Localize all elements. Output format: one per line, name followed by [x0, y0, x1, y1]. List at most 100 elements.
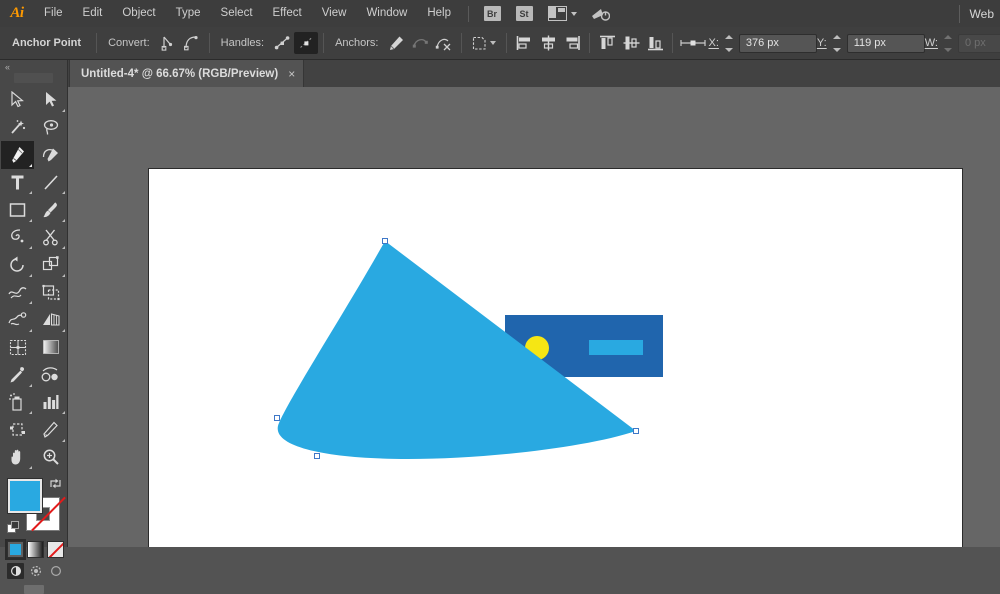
- y-coordinate-field[interactable]: Y:: [817, 33, 925, 54]
- anchor-bottom[interactable]: [314, 453, 320, 459]
- w-input: [958, 34, 1000, 53]
- anchor-right[interactable]: [633, 428, 639, 434]
- menu-bar: Ai File Edit Object Type Select Effect V…: [0, 0, 1000, 28]
- width-field[interactable]: W:: [925, 33, 1000, 54]
- align-horizontal-center-icon[interactable]: [536, 32, 560, 54]
- draw-inside-mode[interactable]: [47, 563, 64, 579]
- free-transform-tool[interactable]: [34, 279, 67, 307]
- reference-point-icon[interactable]: [678, 32, 708, 54]
- workspace-label[interactable]: Web: [970, 7, 1000, 21]
- x-stepper[interactable]: [724, 33, 735, 54]
- scale-tool[interactable]: [34, 251, 67, 279]
- menu-type[interactable]: Type: [166, 0, 211, 27]
- color-fill-mode[interactable]: [7, 541, 24, 558]
- x-coordinate-field[interactable]: X:: [708, 33, 816, 54]
- blend-tool[interactable]: [34, 361, 67, 389]
- tool-grid: [0, 86, 67, 471]
- x-input[interactable]: [739, 34, 817, 53]
- default-fill-stroke-icon[interactable]: [7, 521, 21, 535]
- transform-panel-icon[interactable]: [467, 32, 501, 54]
- anchor-top[interactable]: [382, 238, 388, 244]
- workspace-divider: [959, 5, 960, 23]
- shape-builder-tool[interactable]: [1, 306, 34, 334]
- mesh-tool[interactable]: [1, 334, 34, 362]
- draw-mode-buttons: [0, 558, 67, 579]
- line-segment-tool[interactable]: [34, 169, 67, 197]
- rectangle-tool[interactable]: [1, 196, 34, 224]
- anchor-left[interactable]: [274, 415, 280, 421]
- align-top-icon[interactable]: [595, 32, 619, 54]
- paintbrush-tool[interactable]: [34, 196, 67, 224]
- curvature-tool[interactable]: [34, 141, 67, 169]
- direct-selection-tool[interactable]: [34, 86, 67, 114]
- hand-tool[interactable]: [1, 444, 34, 472]
- convert-to-corner-icon[interactable]: [156, 32, 180, 54]
- align-left-icon[interactable]: [512, 32, 536, 54]
- y-stepper[interactable]: [832, 33, 843, 54]
- artboard-tool[interactable]: [1, 416, 34, 444]
- app-logo-icon: Ai: [0, 0, 34, 27]
- w-label: W:: [925, 37, 938, 49]
- swap-fill-stroke-icon[interactable]: [49, 477, 62, 490]
- y-label: Y:: [817, 37, 827, 49]
- menu-select[interactable]: Select: [211, 0, 263, 27]
- gradient-tool[interactable]: [34, 334, 67, 362]
- y-input[interactable]: [847, 34, 925, 53]
- menu-help[interactable]: Help: [417, 0, 461, 27]
- slice-tool[interactable]: [34, 416, 67, 444]
- rotate-tool[interactable]: [1, 251, 34, 279]
- control-divider-1: [96, 33, 97, 53]
- control-divider-6: [589, 33, 590, 53]
- selection-tool[interactable]: [1, 86, 34, 114]
- symbol-sprayer-tool[interactable]: [1, 389, 34, 417]
- pen-tool[interactable]: [1, 141, 34, 169]
- perspective-grid-tool[interactable]: [34, 306, 67, 334]
- draw-behind-mode[interactable]: [27, 563, 44, 579]
- eyedropper-tool[interactable]: [1, 361, 34, 389]
- touch-workspace-icon[interactable]: [590, 6, 610, 22]
- zoom-tool[interactable]: [34, 444, 67, 472]
- lasso-tool[interactable]: [34, 114, 67, 142]
- hide-handles-icon[interactable]: [294, 32, 318, 54]
- fill-swatch[interactable]: [8, 479, 42, 513]
- remove-selected-anchors-icon[interactable]: [384, 32, 408, 54]
- show-handles-icon[interactable]: [270, 32, 294, 54]
- anchors-label: Anchors:: [329, 37, 384, 49]
- none-fill-mode[interactable]: [47, 541, 64, 558]
- document-tab-title: Untitled-4* @ 66.67% (RGB/Preview): [81, 68, 278, 80]
- menu-window[interactable]: Window: [356, 0, 417, 27]
- menu-view[interactable]: View: [312, 0, 357, 27]
- isolate-selected-path-icon[interactable]: [432, 32, 456, 54]
- shaper-tool[interactable]: [1, 224, 34, 252]
- arrange-documents-icon[interactable]: [546, 6, 578, 22]
- menu-object[interactable]: Object: [112, 0, 165, 27]
- stock-icon[interactable]: St: [514, 6, 534, 22]
- menu-effect[interactable]: Effect: [263, 0, 312, 27]
- draw-normal-mode[interactable]: [7, 563, 24, 579]
- column-graph-tool[interactable]: [34, 389, 67, 417]
- tools-drag-handle[interactable]: [14, 73, 53, 83]
- convert-to-smooth-icon[interactable]: [180, 32, 204, 54]
- scissors-tool[interactable]: [34, 224, 67, 252]
- close-icon[interactable]: ×: [288, 68, 295, 80]
- change-screen-mode-button[interactable]: [24, 585, 44, 594]
- magic-wand-tool[interactable]: [1, 114, 34, 142]
- width-tool[interactable]: [1, 279, 34, 307]
- artboard: [149, 169, 962, 547]
- align-vertical-center-icon[interactable]: [619, 32, 643, 54]
- tools-collapse-icon[interactable]: «: [0, 60, 67, 73]
- align-bottom-icon[interactable]: [643, 32, 667, 54]
- align-right-icon[interactable]: [560, 32, 584, 54]
- type-tool[interactable]: [1, 169, 34, 197]
- menu-file[interactable]: File: [34, 0, 73, 27]
- connect-selected-endpoints-icon[interactable]: [408, 32, 432, 54]
- canvas-area[interactable]: [68, 87, 1000, 547]
- bridge-icon[interactable]: Br: [482, 6, 502, 22]
- gradient-fill-mode[interactable]: [27, 541, 44, 558]
- chevron-down-icon: [571, 12, 577, 16]
- document-tab-strip: Untitled-4* @ 66.67% (RGB/Preview) ×: [0, 60, 1000, 88]
- document-tab[interactable]: Untitled-4* @ 66.67% (RGB/Preview) ×: [69, 60, 304, 87]
- workspace-switcher[interactable]: Web: [959, 0, 1000, 27]
- menu-edit[interactable]: Edit: [73, 0, 113, 27]
- control-bar: Anchor Point Convert: Handles:: [0, 27, 1000, 60]
